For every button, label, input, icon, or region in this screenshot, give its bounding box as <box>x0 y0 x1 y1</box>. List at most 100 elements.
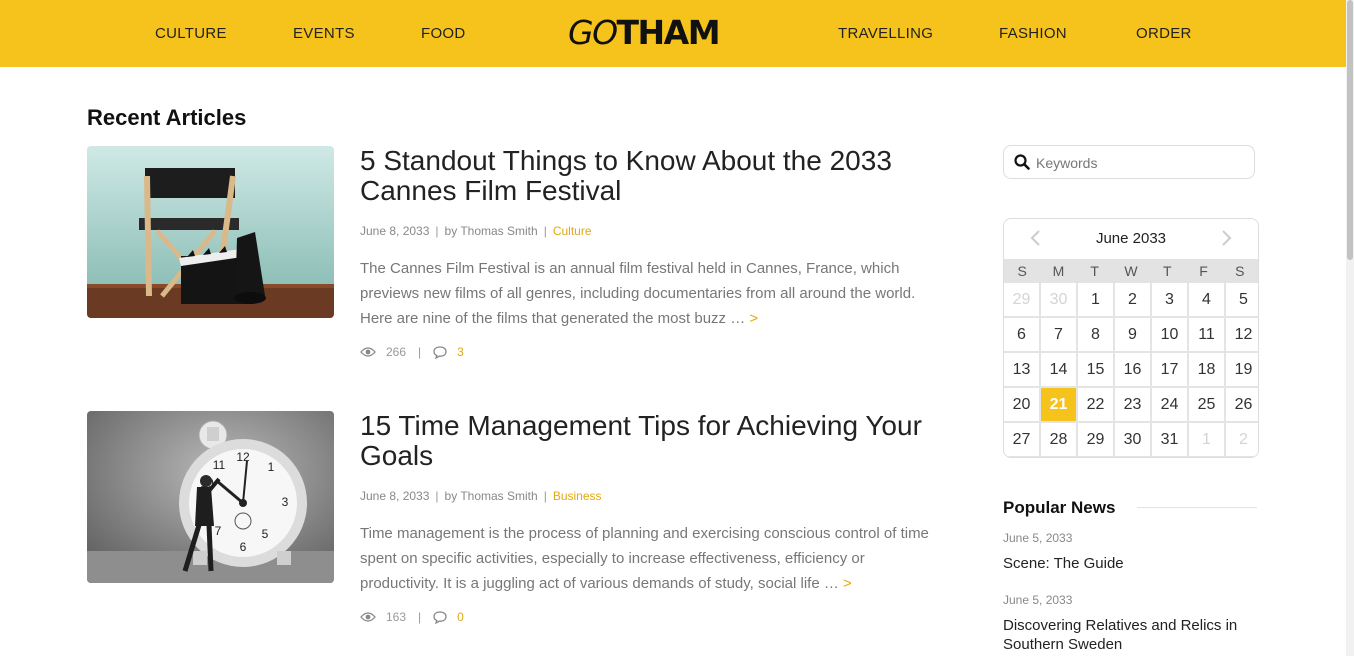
weekday-label: T <box>1090 263 1099 279</box>
weekday-label: M <box>1052 263 1065 279</box>
calendar-day[interactable]: 5 <box>1226 283 1258 316</box>
calendar-day[interactable]: 16 <box>1115 353 1150 386</box>
calendar-day[interactable]: 29 <box>1078 423 1113 456</box>
meta-separator: | <box>435 224 439 238</box>
calendar-day[interactable]: 14 <box>1041 353 1076 386</box>
calendar-day[interactable]: 3 <box>1152 283 1187 316</box>
calendar-day[interactable]: 17 <box>1152 353 1187 386</box>
calendar-widget: June 2033 SMTWTFS 29 30 1 2 3 4 5 6 7 8 9 10 11 12 13 1… <box>1003 218 1259 458</box>
calendar-day[interactable]: 20 <box>1004 388 1039 421</box>
calendar-day[interactable]: 30 <box>1115 423 1150 456</box>
calendar-day[interactable]: 22 <box>1078 388 1113 421</box>
calendar-day[interactable]: 4 <box>1189 283 1224 316</box>
calendar-day[interactable]: 2 <box>1226 423 1258 456</box>
calendar-day[interactable]: 29 <box>1004 283 1039 316</box>
nav-link-order[interactable]: ORDER <box>1136 25 1192 42</box>
view-count: 266 <box>386 345 407 359</box>
comment-count[interactable]: 3 <box>457 345 464 359</box>
calendar-days-grid: 29 30 1 2 3 4 5 6 7 8 9 10 11 12 13 14 15 16 17 18 19 20 21 22 2… <box>1004 283 1258 457</box>
calendar-day[interactable]: 13 <box>1004 353 1039 386</box>
calendar-day[interactable]: 26 <box>1226 388 1258 421</box>
calendar-day[interactable]: 1 <box>1189 423 1224 456</box>
article-title-link[interactable]: 15 Time Management Tips for Achieving Yo… <box>360 411 960 471</box>
article-thumbnail[interactable]: 1213 567 1011 <box>87 411 334 583</box>
calendar-day[interactable]: 2 <box>1115 283 1150 316</box>
meta-separator: | <box>543 224 547 238</box>
calendar-day[interactable]: 9 <box>1115 318 1150 351</box>
stats-separator: | <box>418 610 422 624</box>
calendar-day[interactable]: 6 <box>1004 318 1039 351</box>
calendar-day[interactable]: 15 <box>1078 353 1113 386</box>
calendar-day-today[interactable]: 21 <box>1041 388 1076 421</box>
comment-count[interactable]: 0 <box>457 610 464 624</box>
calendar-day[interactable]: 12 <box>1226 318 1258 351</box>
comment-icon[interactable] <box>433 610 447 624</box>
calendar-day[interactable]: 10 <box>1152 318 1187 351</box>
nav-link-food[interactable]: FOOD <box>421 25 466 42</box>
director-chair-icon <box>87 146 334 318</box>
svg-text:12: 12 <box>236 450 250 464</box>
article-date: June 8, 2033 <box>360 489 430 503</box>
article-title-link[interactable]: 5 Standout Things to Know About the 2033… <box>360 146 960 206</box>
svg-text:1: 1 <box>268 460 275 474</box>
article-meta: June 8, 2033 | by Thomas Smith | Culture <box>360 224 592 238</box>
stats-separator: | <box>418 345 422 359</box>
nav-link-events[interactable]: EVENTS <box>293 25 355 42</box>
nav-link-fashion[interactable]: FASHION <box>999 25 1067 42</box>
svg-text:6: 6 <box>240 540 247 554</box>
calendar-day[interactable]: 24 <box>1152 388 1187 421</box>
read-more-link[interactable]: > <box>843 575 852 592</box>
eye-icon <box>360 612 376 622</box>
calendar-day[interactable]: 18 <box>1189 353 1224 386</box>
scrollbar-thumb[interactable] <box>1347 0 1353 260</box>
calendar-weekday-header: SMTWTFS <box>1004 259 1258 283</box>
article-stats: 163 | 0 <box>360 610 464 624</box>
recent-articles-heading: Recent Articles <box>87 105 247 130</box>
article-author[interactable]: by Thomas Smith <box>445 489 538 503</box>
chevron-right-icon[interactable] <box>1219 229 1233 247</box>
calendar-day[interactable]: 23 <box>1115 388 1150 421</box>
calendar-day[interactable]: 28 <box>1041 423 1076 456</box>
article-excerpt: The Cannes Film Festival is an annual fi… <box>360 256 945 331</box>
calendar-day[interactable]: 11 <box>1189 318 1224 351</box>
calendar-day[interactable]: 27 <box>1004 423 1039 456</box>
view-count: 163 <box>386 610 407 624</box>
svg-text:3: 3 <box>282 495 289 509</box>
meta-separator: | <box>435 489 439 503</box>
popular-news-title-link[interactable]: Discovering Relatives and Relics in Sout… <box>1003 616 1258 654</box>
article-category-link[interactable]: Culture <box>553 224 592 238</box>
calendar-day[interactable]: 7 <box>1041 318 1076 351</box>
article-excerpt: Time management is the process of planni… <box>360 521 945 596</box>
popular-news-date: June 5, 2033 <box>1003 531 1073 545</box>
article-thumbnail[interactable] <box>87 146 334 318</box>
svg-text:5: 5 <box>262 527 269 541</box>
calendar-day[interactable]: 30 <box>1041 283 1076 316</box>
read-more-link[interactable]: > <box>749 310 758 327</box>
article-meta: June 8, 2033 | by Thomas Smith | Business <box>360 489 602 503</box>
search-box <box>1003 145 1255 179</box>
calendar-day[interactable]: 19 <box>1226 353 1258 386</box>
calendar-day[interactable]: 1 <box>1078 283 1113 316</box>
comment-icon[interactable] <box>433 345 447 359</box>
popular-news-heading: Popular News <box>1003 498 1116 517</box>
weekday-label: S <box>1017 263 1027 279</box>
nav-link-culture[interactable]: CULTURE <box>155 25 227 42</box>
gotham-logo[interactable]: GOTHAM <box>568 13 721 52</box>
popular-news-title-link[interactable]: Scene: The Guide <box>1003 554 1258 573</box>
weekday-label: W <box>1124 263 1138 279</box>
page-scrollbar[interactable] <box>1346 0 1354 656</box>
popular-news-item: June 5, 2033 Scene: The Guide <box>1003 531 1258 573</box>
heading-divider <box>1137 507 1257 508</box>
nav-link-travelling[interactable]: TRAVELLING <box>838 25 933 42</box>
weekday-label: S <box>1235 263 1245 279</box>
calendar-day[interactable]: 8 <box>1078 318 1113 351</box>
meta-separator: | <box>543 489 547 503</box>
calendar-day[interactable]: 25 <box>1189 388 1224 421</box>
logo-tham: THAM <box>616 13 721 52</box>
search-icon[interactable] <box>1014 154 1030 170</box>
article-category-link[interactable]: Business <box>553 489 602 503</box>
popular-news-date: June 5, 2033 <box>1003 593 1073 607</box>
article-author[interactable]: by Thomas Smith <box>445 224 538 238</box>
search-input[interactable] <box>1034 152 1248 174</box>
calendar-day[interactable]: 31 <box>1152 423 1187 456</box>
